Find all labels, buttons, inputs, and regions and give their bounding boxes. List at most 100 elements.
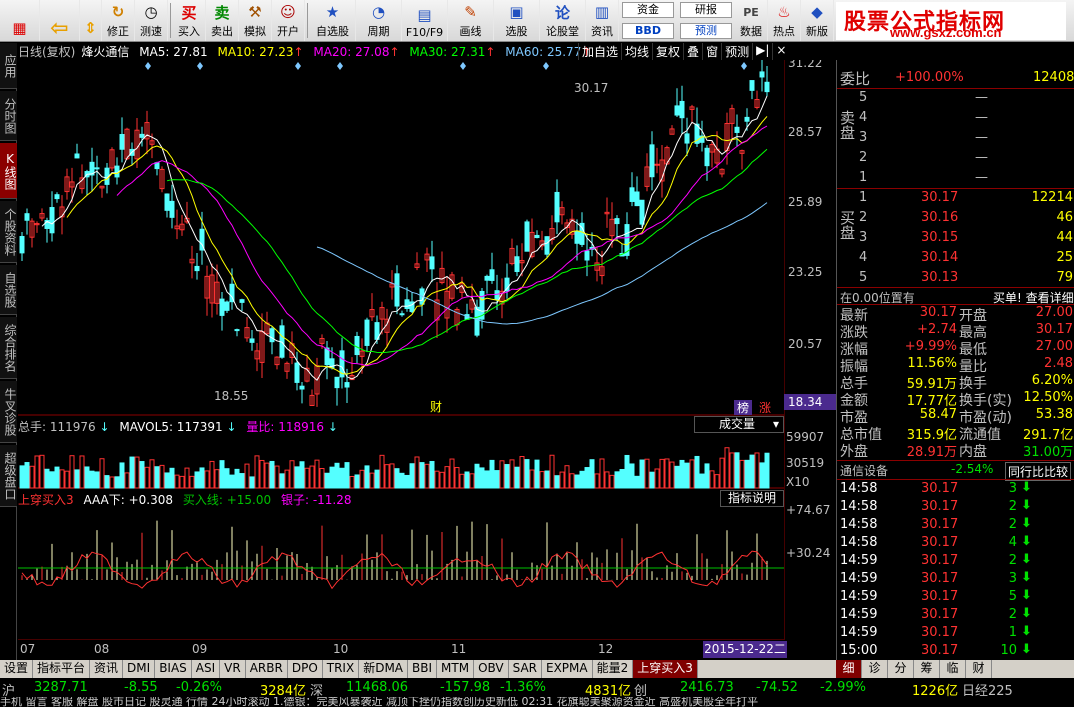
tb-btn-1[interactable]: ◷ 测速	[135, 0, 168, 41]
bbd-button[interactable]: BBD	[622, 22, 674, 39]
tab-super-panel[interactable]: 超级盘口	[0, 445, 17, 507]
side-tab[interactable]: 临	[940, 660, 966, 678]
news-ticker[interactable]: 手机 留言 客服 解盘 股市日记 股灵通 行情 24小时滚动 1.德银：完美风暴…	[0, 697, 1074, 707]
forecast-tool-button[interactable]: 预测	[721, 43, 752, 60]
up-arrow-icon: ↑	[293, 45, 304, 59]
close-icon[interactable]: ×	[772, 43, 789, 60]
date-label: 11	[451, 642, 467, 656]
research-button[interactable]: 研报	[680, 2, 732, 19]
indicator-tab[interactable]: MTM	[437, 660, 475, 678]
volume-bar	[669, 461, 675, 489]
down-arrow-icon: ↓	[327, 420, 338, 434]
volume-dropdown[interactable]: 成交量 ▾	[694, 416, 784, 433]
side-tab[interactable]: 分	[888, 660, 914, 678]
indicator-tab[interactable]: VR	[220, 660, 246, 678]
volume-bar	[374, 469, 380, 489]
candle-body	[514, 256, 520, 272]
grid-view-button[interactable]: ▦	[0, 0, 40, 41]
window-button[interactable]: 窗	[702, 43, 721, 60]
ma-settings-button[interactable]: 均线	[621, 43, 652, 60]
volume-bar	[39, 454, 45, 489]
sh-amount: 3284亿	[260, 684, 307, 697]
indicator-tab[interactable]: 上穿买入3	[633, 660, 698, 678]
tb-btn-6[interactable]: ★ 自选股	[310, 0, 356, 41]
indicator-tab[interactable]: ARBR	[246, 660, 288, 678]
add-watchlist-button[interactable]: 加自选	[578, 43, 621, 60]
tb-btn-9[interactable]: ✎ 画线	[448, 0, 494, 41]
candle-body	[324, 347, 330, 366]
indicator-tab[interactable]: 新DMA	[359, 660, 409, 678]
tick-volume: 2	[1008, 517, 1017, 532]
kline-chart[interactable]: 30.17 18.55 财 榜涨	[18, 60, 784, 640]
tb-btn-5[interactable]: ☺ 开户	[272, 0, 305, 41]
tb-btn-2[interactable]: 买买入	[173, 0, 206, 41]
overlay-button[interactable]: 叠	[683, 43, 702, 60]
tab-diagnosis[interactable]: 牛叉诊股	[0, 381, 17, 443]
indicator-tab[interactable]: BBI	[408, 660, 438, 678]
tb-btn-3[interactable]: 卖卖出	[206, 0, 239, 41]
volume-bar	[339, 467, 345, 489]
indicator-tab[interactable]: 指标平台	[33, 660, 91, 678]
tb-btn-13[interactable]: PE 数据	[735, 0, 768, 41]
tb-btn-15[interactable]: ◆ 新版	[801, 0, 834, 41]
candle-body	[94, 167, 100, 170]
ma30-label: MA30: 27.31↑	[409, 45, 496, 59]
volume-bar	[519, 456, 525, 489]
tick-volume: 4	[1008, 535, 1017, 550]
candle-body	[554, 191, 560, 223]
volume-bar	[719, 457, 725, 489]
tb-btn-12[interactable]: ▥ 资讯	[586, 0, 619, 41]
expand-icon[interactable]: ▶|	[752, 43, 772, 60]
tab-kline[interactable]: K线图	[0, 143, 17, 199]
side-tab[interactable]: 财	[966, 660, 992, 678]
indicator-tab[interactable]: TRIX	[323, 660, 360, 678]
indicator-help-button[interactable]: 指标说明	[720, 490, 784, 507]
tb-btn-8[interactable]: ▤ F10/F9	[402, 0, 448, 41]
tick-time: 15:00	[840, 643, 878, 658]
indicator-tab[interactable]: 设置	[0, 660, 34, 678]
indicator-tab[interactable]: SAR	[509, 660, 542, 678]
volume-header: 总手: 111976 ↓ MAVOL5: 117391 ↓ 量比: 118916…	[18, 418, 698, 434]
tb-btn-7[interactable]: ◔ 周期	[356, 0, 402, 41]
volume-bar	[569, 473, 575, 489]
level-price: 30.14	[921, 250, 959, 265]
capital-button[interactable]: 资金	[622, 2, 674, 19]
candle-body	[139, 133, 145, 138]
side-tab[interactable]: 诊	[862, 660, 888, 678]
stat-value: +2.74	[917, 322, 957, 337]
tab-ranking[interactable]: 综合排名	[0, 317, 17, 379]
tb-btn-0[interactable]: ↻ 修正	[102, 0, 135, 41]
sector-name[interactable]: 通信设备	[840, 462, 888, 479]
indicator-tab[interactable]: DPO	[288, 660, 323, 678]
up-down-button[interactable]: ⇕	[80, 0, 102, 41]
indicator-tab[interactable]: 资讯	[90, 660, 124, 678]
volume-bar	[514, 466, 520, 489]
tab-watchlist[interactable]: 自选股	[0, 265, 17, 315]
indicator-tab[interactable]: EXPMA	[542, 660, 593, 678]
tab-intraday[interactable]: 分时图	[0, 91, 17, 141]
tb-btn-4[interactable]: ⚒ 模拟	[239, 0, 272, 41]
tick-price: 30.17	[921, 625, 959, 640]
stat-value: 30.17	[919, 305, 957, 320]
side-tab[interactable]: 细	[836, 660, 862, 678]
down-arrow-icon: ↓	[226, 420, 237, 434]
indicator-tab[interactable]: BIAS	[155, 660, 192, 678]
adjust-button[interactable]: 复权	[652, 43, 683, 60]
tab-stock-info[interactable]: 个股资料	[0, 201, 17, 263]
back-button[interactable]: ⇦	[40, 0, 80, 41]
volume-bar	[189, 475, 195, 489]
tab-apps[interactable]: 应用	[0, 43, 17, 89]
tb-btn-10[interactable]: ▣ 选股	[494, 0, 540, 41]
indicator-tab[interactable]: OBV	[474, 660, 509, 678]
volume-bar	[149, 459, 155, 489]
indicator-tab[interactable]: ASI	[192, 660, 221, 678]
sz-pct: -1.36%	[500, 680, 546, 695]
tb-btn-11[interactable]: 论论股堂	[540, 0, 586, 41]
weibi-value: +100.00%	[895, 70, 964, 85]
indicator-tab[interactable]: DMI	[123, 660, 156, 678]
forecast-button[interactable]: 预测	[680, 22, 732, 39]
side-tab[interactable]: 筹	[914, 660, 940, 678]
indicator-tab[interactable]: 能量2	[593, 660, 634, 678]
down-arrow-icon: ⬇	[1021, 516, 1032, 531]
tb-btn-14[interactable]: ♨ 热点	[768, 0, 801, 41]
